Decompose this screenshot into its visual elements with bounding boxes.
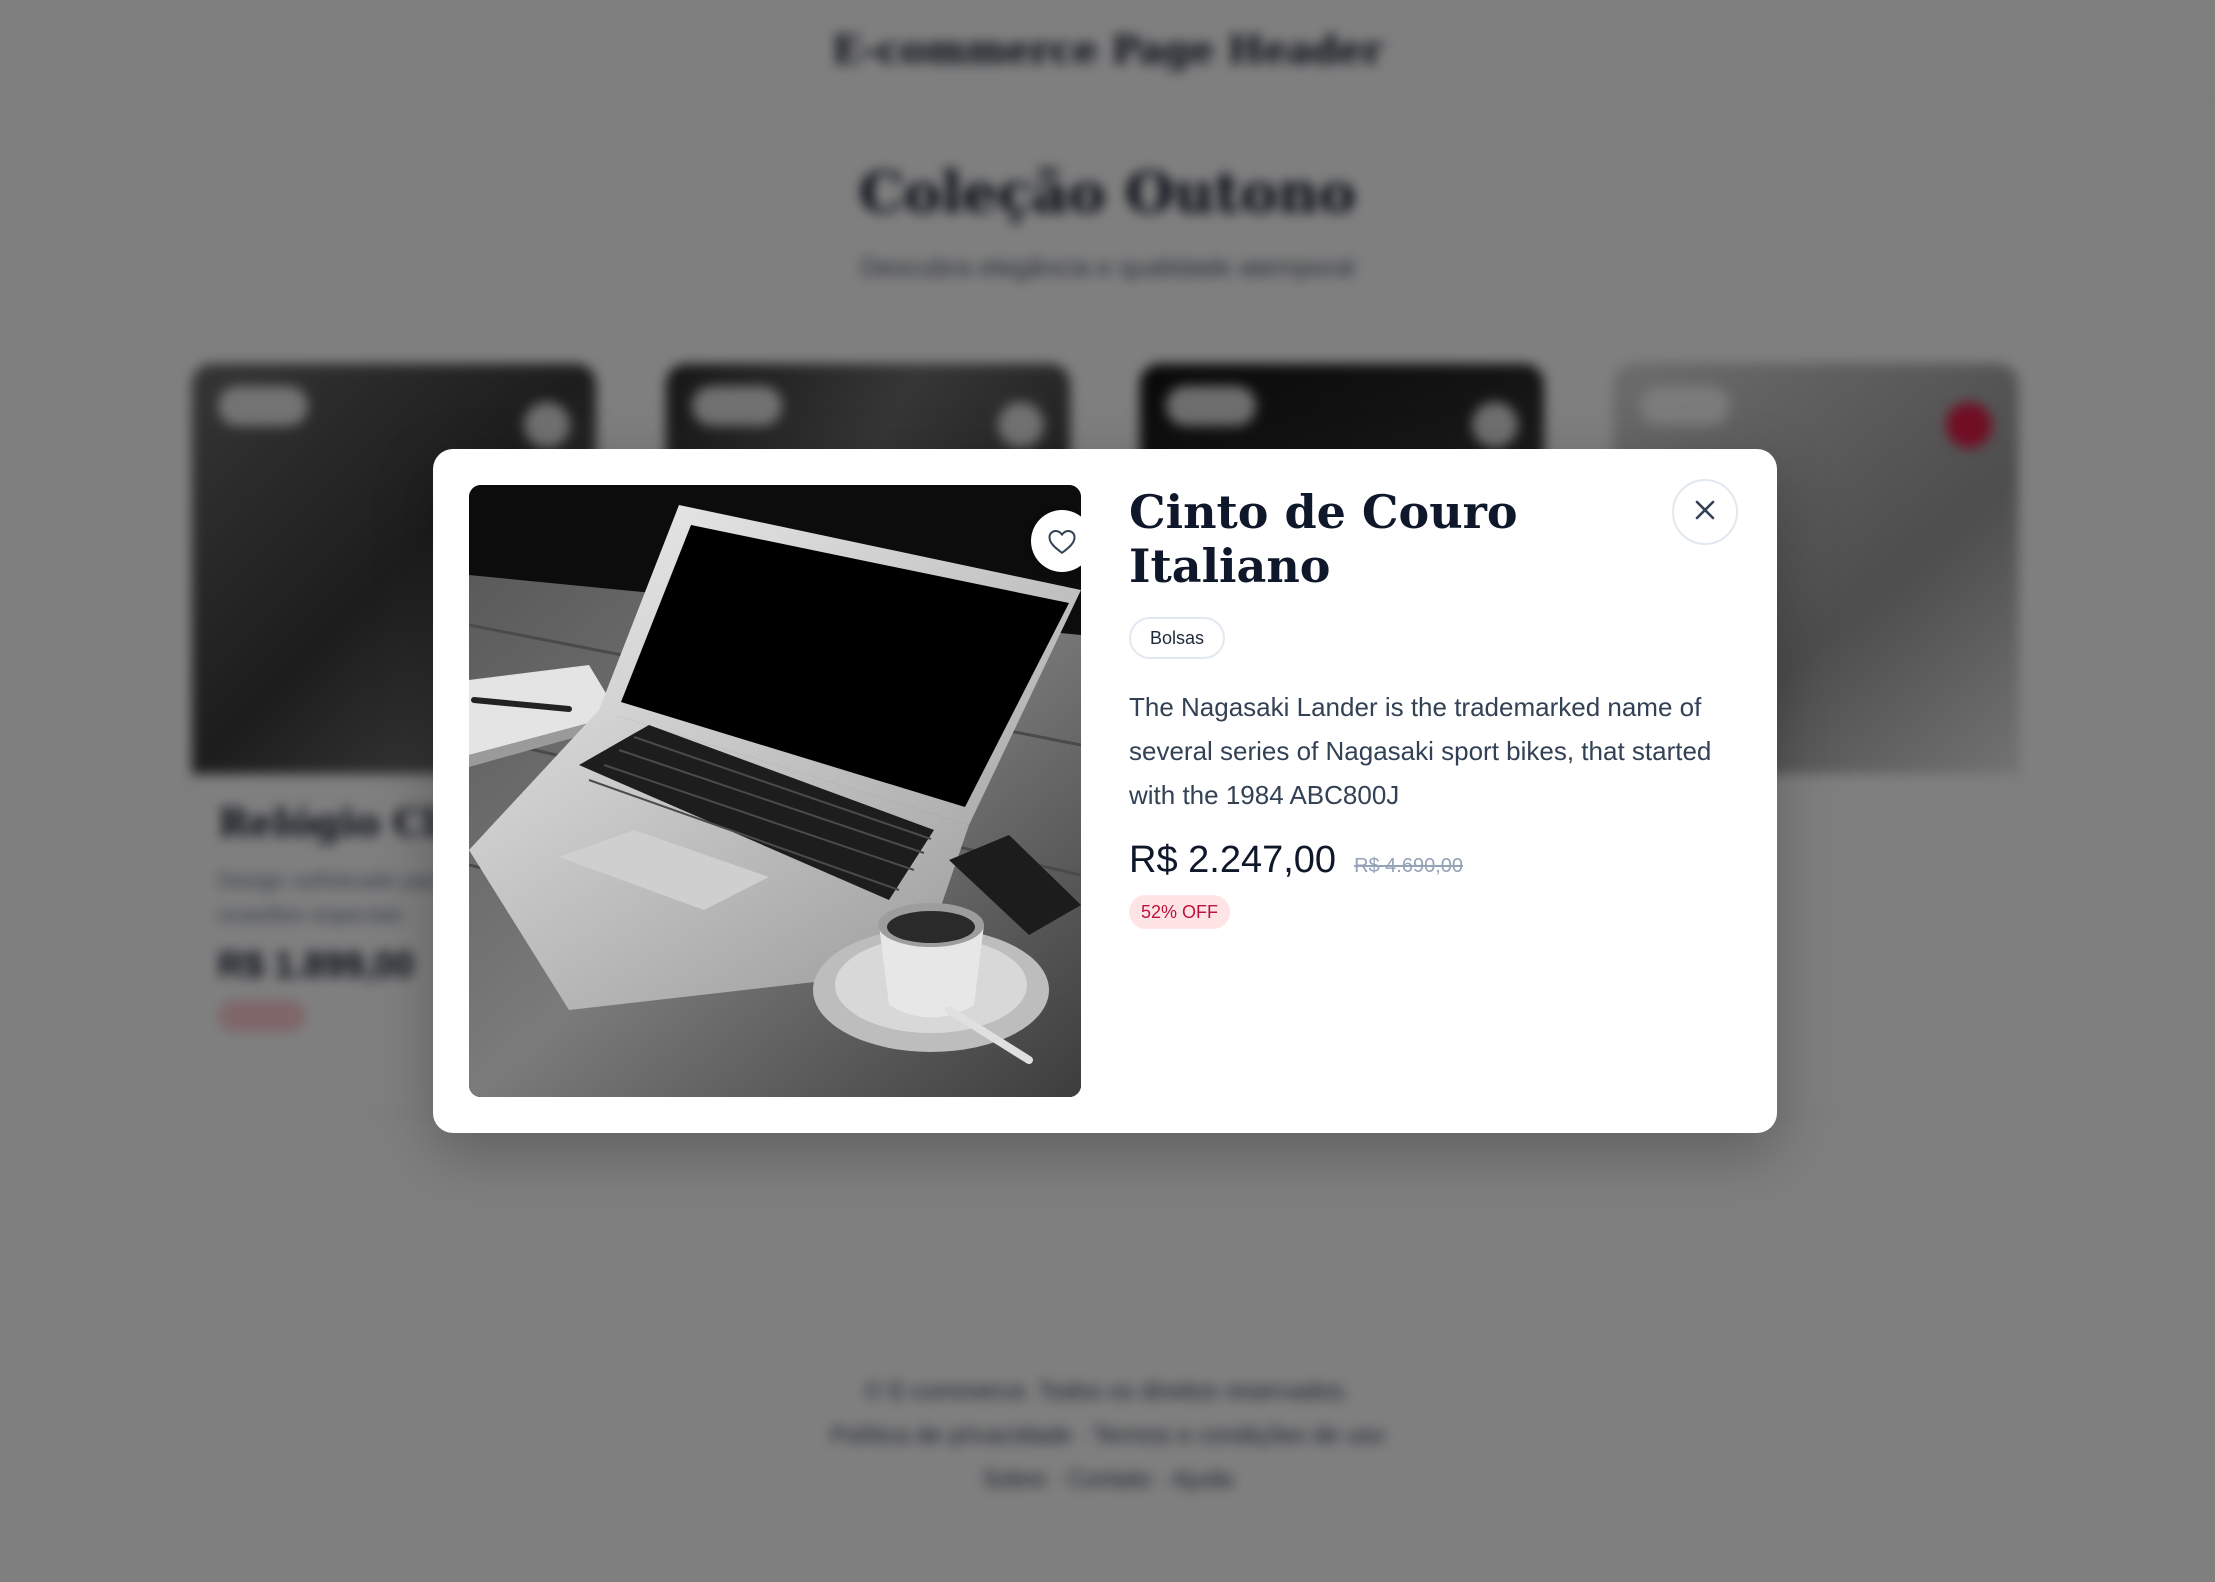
category-badge: Bolsas: [1129, 617, 1226, 659]
heart-icon: [1047, 527, 1077, 555]
close-button[interactable]: [1672, 479, 1738, 545]
current-price: R$ 2.247,00: [1129, 839, 1337, 881]
discount-badge: 52% OFF: [1129, 895, 1231, 929]
product-description: The Nagasaki Lander is the trademarked n…: [1129, 692, 1712, 810]
original-price: R$ 4.690,00: [1354, 855, 1464, 877]
product-quick-view-modal: Cinto de Couro Italiano Bolsas The Nagas…: [433, 449, 1777, 1133]
close-icon: [1693, 498, 1717, 527]
price-row: R$ 2.247,00 R$ 4.690,00: [1129, 839, 1463, 882]
product-title: Cinto de Couro Italiano: [1129, 485, 1518, 593]
product-image: [469, 485, 1081, 1097]
